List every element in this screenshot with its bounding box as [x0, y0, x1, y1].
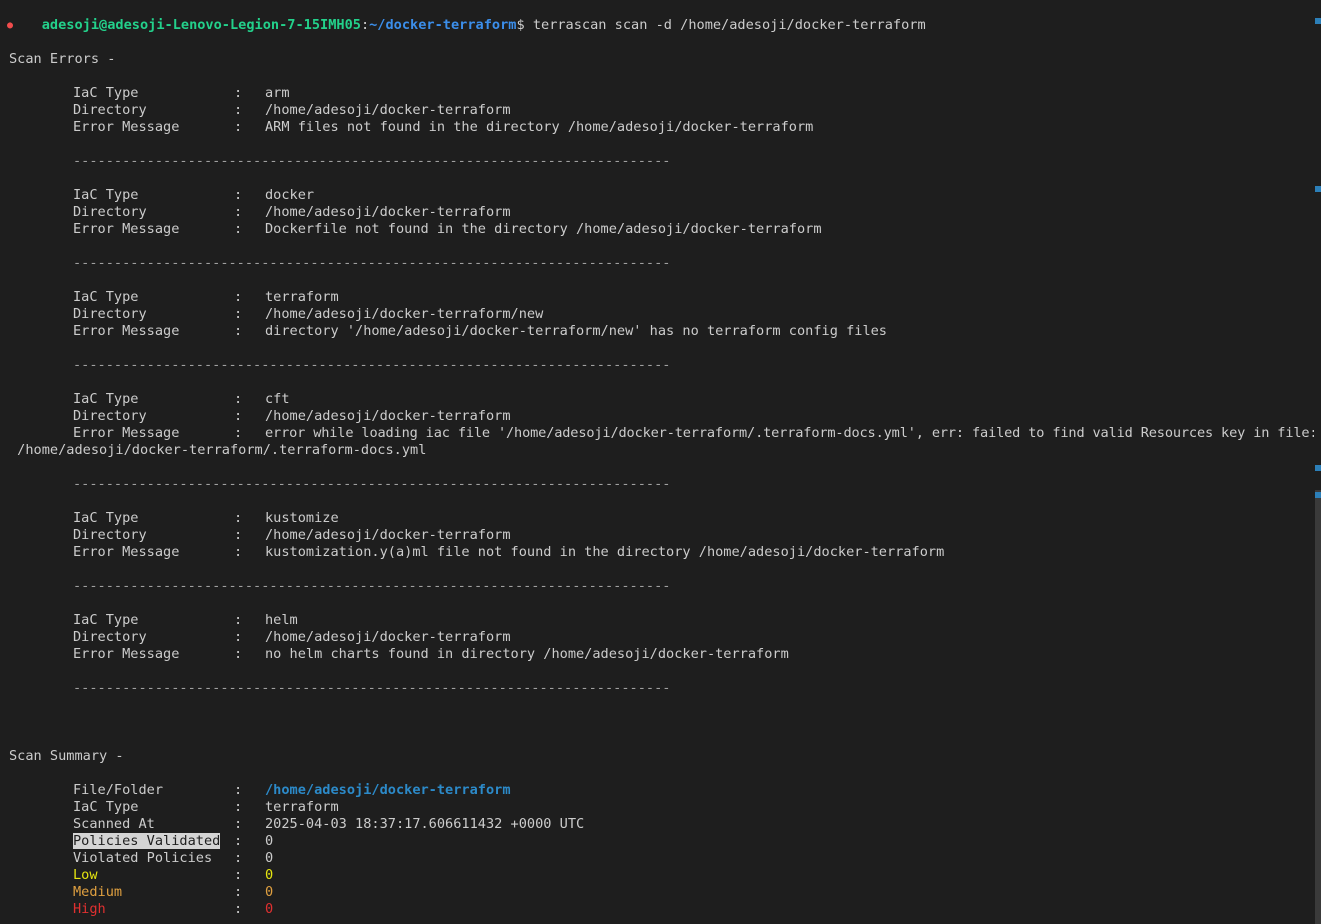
directory-value: /home/adesoji/docker-terraform — [265, 204, 511, 220]
scroll-marker-icon — [1315, 186, 1321, 192]
error-message-wrap: /home/adesoji/docker-terraform/.terrafor… — [9, 442, 427, 458]
divider: ----------------------------------------… — [73, 357, 671, 373]
scrollbar[interactable] — [1315, 0, 1321, 924]
summary-medium-value: 0 — [265, 884, 274, 900]
scroll-marker-icon — [1315, 465, 1321, 471]
directory-value: /home/adesoji/docker-terraform — [265, 527, 511, 543]
iac-type-value: arm — [265, 85, 290, 101]
error-message-value: directory '/home/adesoji/docker-terrafor… — [265, 323, 887, 339]
prompt-symbol: $ — [516, 17, 525, 33]
next-prompt-line[interactable]: adesoji@adesoji-Lenovo-Legion-7-15IMH05:… — [9, 914, 541, 924]
divider: ----------------------------------------… — [73, 255, 671, 271]
directory-value: /home/adesoji/docker-terraform — [265, 102, 511, 118]
error-message-value: error while loading iac file '/home/ades… — [265, 425, 1314, 441]
prompt-path: ~/docker-terraform — [369, 17, 517, 33]
summary-policies-validated-value: 0 — [265, 833, 274, 849]
summary-iac-type-value: terraform — [265, 799, 339, 815]
divider: ----------------------------------------… — [73, 476, 671, 492]
iac-type-value: terraform — [265, 289, 339, 305]
prompt-line: ● adesoji@adesoji-Lenovo-Legion-7-15IMH05… — [7, 0, 926, 33]
error-message-value: ARM files not found in the directory /ho… — [265, 119, 814, 135]
scan-summary-heading: Scan Summary - — [9, 748, 124, 764]
scroll-marker-icon — [1315, 18, 1321, 24]
command-text: terrascan scan -d /home/adesoji/docker-t… — [524, 17, 926, 33]
prompt-user-host: adesoji@adesoji-Lenovo-Legion-7-15IMH05 — [41, 17, 361, 33]
error-message-value: no helm charts found in directory /home/… — [265, 646, 789, 662]
scan-errors-heading: Scan Errors - — [9, 51, 116, 67]
directory-value: /home/adesoji/docker-terraform — [265, 408, 511, 424]
directory-value: /home/adesoji/docker-terraform/new — [265, 306, 544, 322]
divider: ----------------------------------------… — [73, 153, 671, 169]
iac-type-value: docker — [265, 187, 315, 203]
error-message-value: Dockerfile not found in the directory /h… — [265, 221, 822, 237]
summary-scanned-at-value: 2025-04-03 18:37:17.606611432 +0000 UTC — [265, 816, 585, 832]
divider: ----------------------------------------… — [73, 680, 671, 696]
status-dot-icon: ● — [7, 20, 14, 31]
terminal-window[interactable]: ● adesoji@adesoji-Lenovo-Legion-7-15IMH05… — [0, 0, 1321, 924]
scrollbar-thumb[interactable] — [1315, 490, 1321, 924]
iac-type-value: cft — [265, 391, 290, 407]
summary-low-value: 0 — [265, 867, 274, 883]
iac-type-value: kustomize — [265, 510, 339, 526]
divider: ----------------------------------------… — [73, 578, 671, 594]
scroll-marker-icon — [1315, 492, 1321, 498]
error-message-value: kustomization.y(a)ml file not found in t… — [265, 544, 945, 560]
prompt-separator: : — [360, 17, 370, 33]
directory-value: /home/adesoji/docker-terraform — [265, 629, 511, 645]
summary-file-folder-value: /home/adesoji/docker-terraform — [265, 782, 511, 798]
summary-violated-policies-value: 0 — [265, 850, 274, 866]
iac-type-value: helm — [265, 612, 298, 628]
